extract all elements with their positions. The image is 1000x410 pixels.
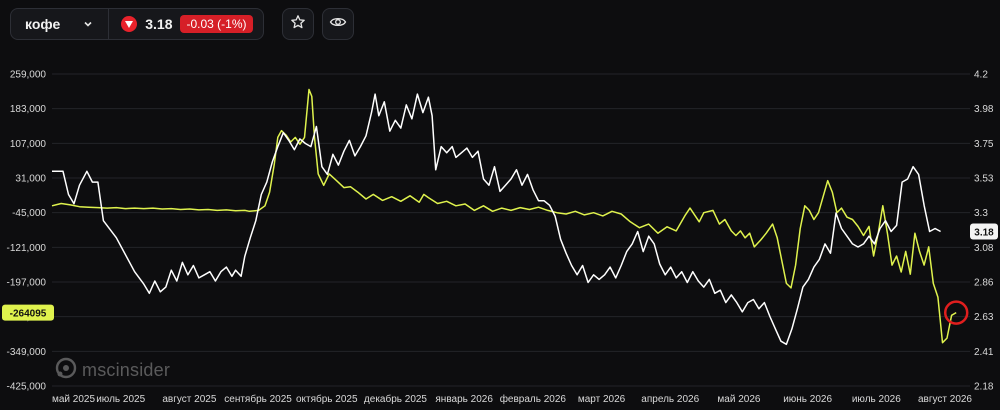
left-tick-label: 183,000 bbox=[10, 104, 47, 115]
x-tick-label: август 2026 bbox=[918, 394, 972, 405]
x-tick-label: февраль 2026 bbox=[500, 393, 567, 405]
x-tick-label: март 2026 bbox=[578, 394, 626, 405]
watermark: mscinsider bbox=[55, 357, 170, 384]
right-tick-label: 3.3 bbox=[974, 208, 988, 219]
right-tick-label: 3.08 bbox=[974, 243, 994, 254]
x-tick-label: сентябрь 2025 bbox=[224, 393, 292, 405]
x-tick-label: июль 2026 bbox=[852, 394, 901, 405]
x-tick-label: июль 2025 bbox=[96, 394, 145, 405]
msc-logo-icon bbox=[55, 357, 77, 384]
x-tick-label: май 2025 bbox=[52, 394, 95, 405]
right-tick-label: 2.86 bbox=[974, 278, 994, 289]
left-tick-label: 259,000 bbox=[10, 70, 47, 81]
x-tick-label: август 2025 bbox=[162, 394, 216, 405]
right-tick-label: 4.2 bbox=[974, 70, 988, 81]
right-tick-label: 2.18 bbox=[974, 382, 994, 393]
x-tick-label: декабрь 2025 bbox=[364, 393, 428, 405]
right-tick-label: 3.53 bbox=[974, 174, 994, 185]
x-tick-label: октябрь 2025 bbox=[296, 393, 358, 405]
right-tick-label: 2.41 bbox=[974, 347, 994, 358]
x-tick-label: май 2026 bbox=[717, 394, 760, 405]
right-tick-label: 3.98 bbox=[974, 104, 994, 115]
left-tick-label: -45,000 bbox=[12, 208, 46, 219]
series-layer bbox=[51, 88, 969, 346]
net-position-line bbox=[51, 88, 957, 344]
x-tick-label: апрель 2026 bbox=[641, 394, 699, 405]
left-tick-label: -197,000 bbox=[7, 278, 47, 289]
right-tick-label: 3.75 bbox=[974, 139, 994, 150]
left-value-badge-text: -264095 bbox=[10, 309, 47, 320]
price-line bbox=[52, 93, 941, 346]
right-value-badge-text: 3.18 bbox=[974, 228, 994, 239]
watermark-brand: mscinsider bbox=[82, 360, 171, 380]
left-tick-label: 31,000 bbox=[15, 174, 46, 185]
x-tick-label: январь 2026 bbox=[435, 394, 493, 405]
price-position-chart: 259,000 183,000 107,000 31,000 -45,000 -121,0… bbox=[2, 70, 998, 405]
left-tick-label: 107,000 bbox=[10, 139, 47, 150]
left-tick-label: -121,000 bbox=[7, 243, 47, 254]
right-tick-label: 2.63 bbox=[974, 312, 994, 323]
highlight-circle bbox=[943, 300, 969, 325]
grid-lines bbox=[52, 73, 970, 387]
x-tick-label: июнь 2026 bbox=[783, 394, 832, 405]
left-axis-ticks: 259,000 183,000 107,000 31,000 -45,000 -121,0… bbox=[7, 70, 47, 393]
left-tick-label: -349,000 bbox=[7, 347, 47, 358]
x-axis-ticks: май 2025 июль 2025 август 2025 сентябрь 202… bbox=[52, 393, 972, 405]
left-tick-label: -425,000 bbox=[7, 382, 47, 393]
